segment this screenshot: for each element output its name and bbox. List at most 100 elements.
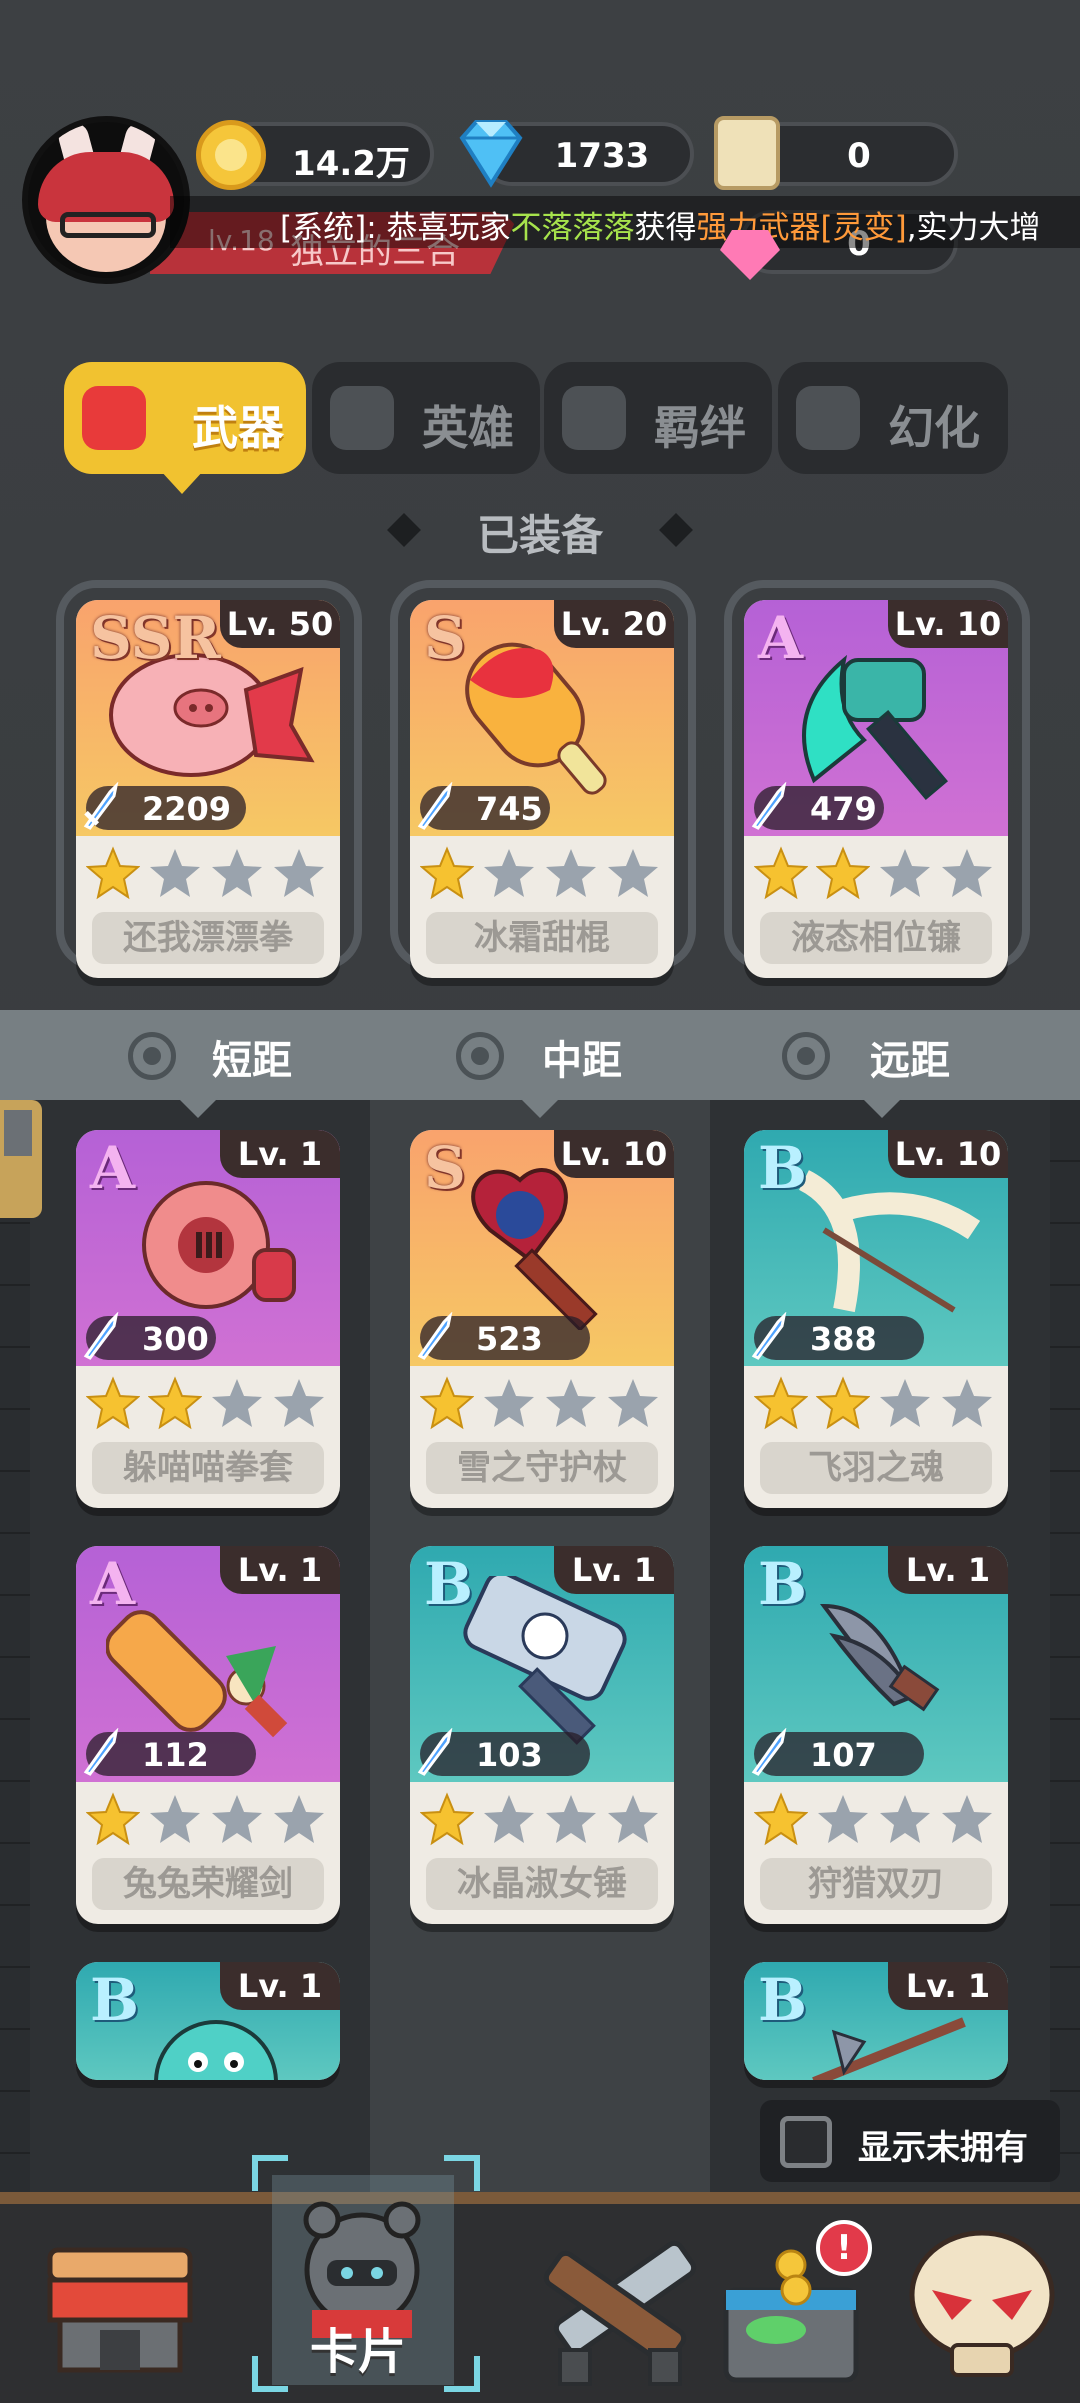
star-icon [212, 849, 262, 897]
weapons-nav-icon[interactable] [530, 2220, 710, 2390]
spiky-ball-weapon-icon [154, 2020, 278, 2080]
card-level: Lv. 1 [554, 1546, 674, 1594]
card-name: 躲喵喵拳套 [92, 1442, 324, 1494]
tab-skins[interactable]: 幻化 [778, 362, 1008, 474]
show-unowned-label: 显示未拥有 [858, 2128, 1028, 2168]
star-rating [86, 1376, 336, 1430]
card-rank: B [758, 1550, 808, 1618]
power-sword-icon [83, 782, 119, 830]
weapon-card[interactable]: A Lv. 1 300 躲喵喵拳套 [76, 1130, 340, 1508]
scythe-weapon-icon [802, 654, 948, 800]
card-level: Lv. 20 [554, 600, 674, 648]
cat-glove-weapon-icon [142, 1181, 296, 1309]
star-rating [420, 1792, 670, 1846]
star-rating [754, 1376, 1004, 1430]
heart-staff-weapon-icon [471, 1168, 598, 1330]
selection-corner [444, 2155, 480, 2191]
star-icon [608, 849, 658, 897]
bunny-sword-weapon-icon [106, 1610, 288, 1738]
card-rank: A [90, 1134, 136, 1202]
selection-corner [252, 2155, 288, 2191]
star-icon [546, 849, 596, 897]
spear-weapon-icon [812, 2017, 966, 2080]
range-pointer [862, 1098, 902, 1118]
card-rank: S [424, 604, 466, 672]
star-icon [150, 849, 200, 897]
star-rating [754, 1792, 1004, 1846]
selection-corner [444, 2356, 480, 2392]
card-name: 冰霜甜棍 [426, 912, 658, 964]
star-icon [420, 1792, 474, 1846]
weapon-tab-icon [82, 386, 146, 450]
card-level: Lv. 1 [220, 1130, 340, 1178]
power-sword-icon [751, 782, 787, 830]
card-name: 冰晶淑女锤 [426, 1858, 658, 1910]
card-level: Lv. 1 [220, 1546, 340, 1594]
long-range-icon [782, 1032, 830, 1080]
weapon-card[interactable]: A Lv. 1 112 兔兔荣耀剑 [76, 1546, 340, 1924]
tab-weapons[interactable]: 武器 [64, 362, 306, 474]
weapon-card[interactable]: B Lv. 1 107 狩猎双刃 [744, 1546, 1008, 1924]
weapon-card[interactable]: B Lv. 1 [744, 1962, 1008, 2080]
star-icon [212, 1795, 262, 1843]
avatar-glasses [60, 212, 156, 238]
card-level: Lv. 1 [888, 1962, 1008, 2010]
power-sword-icon [751, 1728, 787, 1776]
card-name: 狩猎双刃 [760, 1858, 992, 1910]
star-icon [816, 846, 870, 900]
equipped-title: 已装备 [476, 511, 603, 560]
show-unowned-toggle[interactable]: 显示未拥有 [760, 2100, 1060, 2182]
twin-blades-weapon-icon [819, 1603, 940, 1712]
system-ticker: [系统]: 恭喜玩家不落落落获得强力武器[灵变],实力大增 [170, 196, 1080, 248]
star-rating [420, 1376, 670, 1430]
equipped-card[interactable]: S Lv. 20 745 冰霜甜棍 [410, 600, 674, 978]
card-rank: B [758, 1134, 808, 1202]
show-unowned-checkbox[interactable] [780, 2116, 832, 2168]
card-rank: SSR [90, 604, 221, 672]
gold-coin-icon [196, 120, 266, 190]
star-icon [942, 1795, 992, 1843]
range-header: 短距 中距 远距 [0, 1010, 1080, 1100]
weapon-card[interactable]: B Lv. 1 [76, 1962, 340, 2080]
star-icon [86, 1376, 140, 1430]
weapon-card[interactable]: B Lv. 10 388 飞羽之魂 [744, 1130, 1008, 1508]
card-rank: S [424, 1134, 466, 1202]
card-name: 飞羽之魂 [760, 1442, 992, 1494]
tab-heroes[interactable]: 英雄 [312, 362, 540, 474]
tab-bonds[interactable]: 羁绊 [544, 362, 772, 474]
player-avatar[interactable] [22, 116, 190, 284]
star-icon [274, 1379, 324, 1427]
card-name: 还我漂漂拳 [92, 912, 324, 964]
star-icon [148, 1376, 202, 1430]
skin-tab-icon [796, 386, 860, 450]
power-sword-icon [417, 1312, 453, 1360]
card-level: Lv. 10 [554, 1130, 674, 1178]
bond-tab-icon [562, 386, 626, 450]
short-range-icon [128, 1032, 176, 1080]
card-level: Lv. 1 [220, 1962, 340, 2010]
star-rating [86, 846, 336, 900]
boss-skull-nav-icon[interactable] [892, 2220, 1072, 2390]
star-icon [818, 1795, 868, 1843]
notification-badge: ! [816, 2220, 872, 2276]
feather-bow-weapon-icon [798, 1170, 981, 1313]
star-icon [546, 1795, 596, 1843]
card-name: 液态相位镰 [760, 912, 992, 964]
long-range-label: 远距 [870, 1038, 950, 1084]
card-level: Lv. 1 [888, 1546, 1008, 1594]
weapon-card[interactable]: B Lv. 1 103 冰晶淑女锤 [410, 1546, 674, 1924]
equipped-card[interactable]: SSR Lv. 50 2209 还我漂漂拳 [76, 600, 340, 978]
equipped-card[interactable]: A Lv. 10 479 液态相位镰 [744, 600, 1008, 978]
star-rating [754, 846, 1004, 900]
ice-hammer-weapon-icon [463, 1576, 627, 1745]
power-sword-icon [417, 1728, 453, 1776]
star-icon [880, 1379, 930, 1427]
shop-nav-icon[interactable] [30, 2220, 210, 2390]
star-icon [484, 849, 534, 897]
star-icon [420, 1376, 474, 1430]
side-panel-handle[interactable] [0, 1100, 42, 1218]
power-sword-icon [83, 1312, 119, 1360]
selection-corner [252, 2356, 288, 2392]
weapon-card[interactable]: S Lv. 10 523 雪之守护杖 [410, 1130, 674, 1508]
range-pointer [520, 1098, 560, 1118]
